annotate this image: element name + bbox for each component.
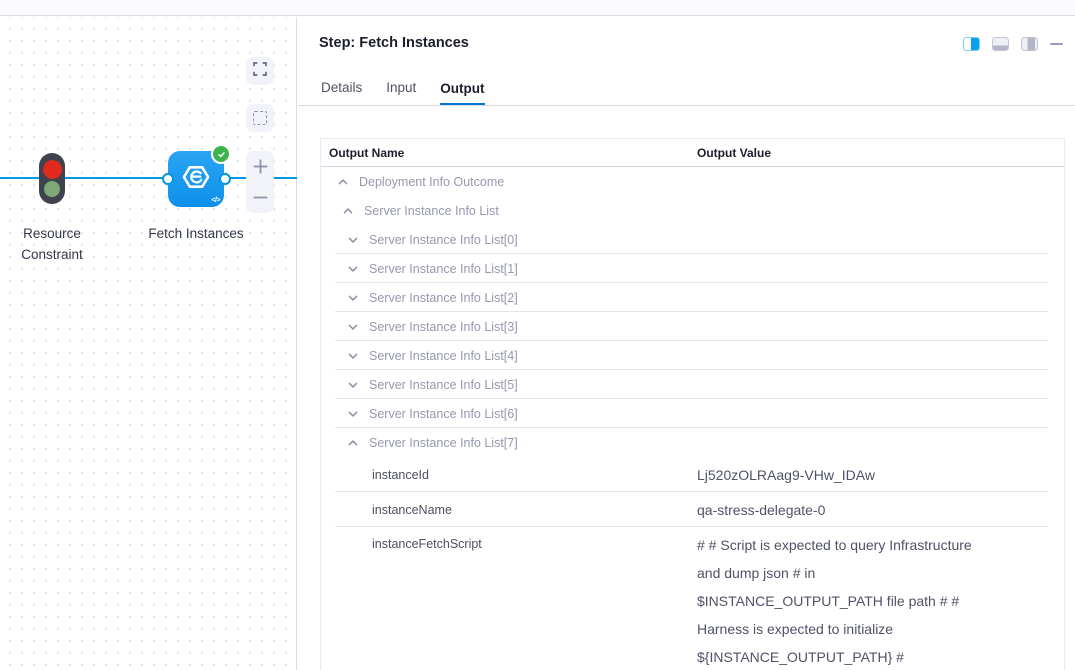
edge-connector-right (219, 173, 231, 185)
output-key: instanceFetchScript (372, 537, 482, 551)
output-kv-row: instanceName qa-stress-delegate-0 (321, 492, 1064, 527)
output-tree-row: Server Instance Info List[3] (321, 312, 1064, 341)
fit-to-screen-button[interactable] (246, 57, 274, 85)
pipeline-canvas[interactable]: Resource Constraint </> Fetch Instances (0, 17, 297, 670)
output-key: instanceId (372, 468, 429, 482)
output-value: qa-stress-delegate-0 (697, 502, 982, 518)
output-row-label: Deployment Info Outcome (359, 175, 504, 189)
step-title: Step: Fetch Instances (319, 35, 469, 51)
tab-output[interactable]: Output (440, 81, 484, 106)
top-bar (0, 0, 1075, 16)
output-tree-row: Server Instance Info List[7] (321, 428, 1064, 457)
output-tree-row: Server Instance Info List[2] (321, 283, 1064, 312)
panel-layout-controls (963, 37, 1063, 51)
column-header-output-value: Output Value (697, 146, 771, 160)
output-row-label: Server Instance Info List[1] (369, 262, 518, 276)
output-key: instanceName (372, 503, 452, 517)
fit-to-screen-icon (253, 62, 267, 81)
output-row-label: Server Instance Info List[0] (369, 233, 518, 247)
output-kv-row: instanceFetchScript # # Script is expecte… (321, 527, 1064, 670)
script-indicator-icon: </> (211, 197, 220, 204)
traffic-light-red-icon (43, 160, 62, 179)
success-badge-icon (211, 144, 231, 164)
chevron-up-icon[interactable] (337, 176, 349, 188)
tab-input[interactable]: Input (386, 80, 416, 105)
zoom-controls (246, 151, 274, 213)
chevron-down-icon[interactable] (347, 379, 359, 391)
zoom-in-button[interactable] (246, 153, 274, 181)
marquee-select-button[interactable] (246, 104, 274, 132)
output-table: Output Name Output Value Deployment Info… (320, 138, 1065, 670)
chevron-down-icon[interactable] (347, 408, 359, 420)
output-row-label: Server Instance Info List[6] (369, 407, 518, 421)
split-view-button[interactable] (963, 37, 980, 51)
output-row-label: Server Instance Info List[5] (369, 378, 518, 392)
minimize-button[interactable] (1050, 43, 1063, 45)
output-row-label: Server Instance Info List (364, 204, 499, 218)
chevron-down-icon[interactable] (347, 263, 359, 275)
output-tree-row: Deployment Info Outcome (321, 167, 1064, 196)
edge-connector-left (162, 173, 174, 185)
tab-bar: Details Input Output (298, 76, 1075, 106)
output-value: Lj520zOLRAag9-VHw_IDAw (697, 467, 982, 483)
zoom-out-button[interactable] (246, 184, 274, 212)
output-tree-row: Server Instance Info List (321, 196, 1064, 225)
chevron-down-icon[interactable] (347, 321, 359, 333)
output-tree-row: Server Instance Info List[6] (321, 399, 1064, 428)
output-table-body: Deployment Info Outcome Server Instance I… (321, 167, 1064, 670)
fetch-instances-hexagon-icon (180, 161, 212, 198)
output-row-label: Server Instance Info List[2] (369, 291, 518, 305)
node-resource-constraint[interactable] (39, 153, 65, 204)
output-row-label: Server Instance Info List[3] (369, 320, 518, 334)
chevron-up-icon[interactable] (342, 205, 354, 217)
chevron-down-icon[interactable] (347, 292, 359, 304)
chevron-up-icon[interactable] (347, 437, 359, 449)
chevron-down-icon[interactable] (347, 350, 359, 362)
step-detail-panel: Step: Fetch Instances Details Input Outp… (298, 17, 1075, 670)
node-label-fetch-instances: Fetch Instances (126, 223, 266, 244)
traffic-light-green-icon (44, 181, 60, 197)
node-fetch-instances[interactable]: </> (168, 151, 224, 207)
chevron-down-icon[interactable] (347, 234, 359, 246)
output-tree-row: Server Instance Info List[1] (321, 254, 1064, 283)
output-tree-row: Server Instance Info List[0] (321, 225, 1064, 254)
bottom-panel-layout-button[interactable] (992, 37, 1009, 51)
marquee-select-icon (253, 111, 267, 125)
column-header-output-name: Output Name (321, 146, 697, 160)
tab-details[interactable]: Details (321, 80, 362, 105)
output-row-label: Server Instance Info List[7] (369, 436, 518, 450)
output-tree-row: Server Instance Info List[4] (321, 341, 1064, 370)
node-label-resource-constraint: Resource Constraint (2, 223, 102, 265)
output-value: # # Script is expected to query Infrastr… (697, 531, 982, 670)
output-kv-row: instanceId Lj520zOLRAag9-VHw_IDAw (321, 457, 1064, 492)
right-panel-layout-button[interactable] (1021, 37, 1038, 51)
output-table-header: Output Name Output Value (321, 139, 1064, 167)
output-tree-row: Server Instance Info List[5] (321, 370, 1064, 399)
output-row-label: Server Instance Info List[4] (369, 349, 518, 363)
